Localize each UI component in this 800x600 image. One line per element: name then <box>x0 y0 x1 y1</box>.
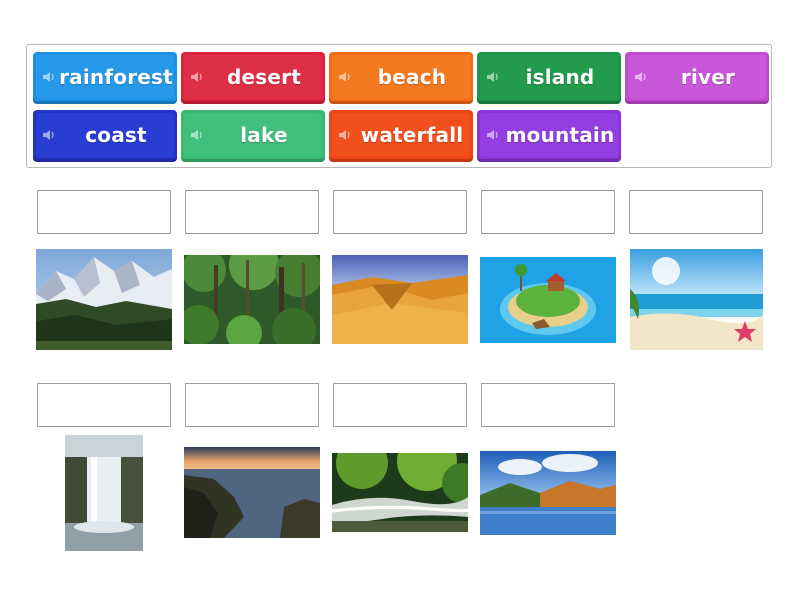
tile-mountain[interactable]: mountain <box>477 110 621 162</box>
answer-slot-8[interactable] <box>333 383 467 427</box>
answer-slot-6[interactable] <box>37 383 171 427</box>
tile-label: desert <box>227 65 301 89</box>
lake-image <box>480 451 616 535</box>
tile-desert[interactable]: desert <box>181 52 325 104</box>
answer-slot-2[interactable] <box>185 190 319 234</box>
tile-island[interactable]: island <box>477 52 621 104</box>
tile-label: beach <box>377 65 447 89</box>
answer-slot-4[interactable] <box>481 190 615 234</box>
tile-label: waterfall <box>360 123 464 147</box>
speaker-icon[interactable] <box>42 128 56 142</box>
speaker-icon[interactable] <box>338 128 352 142</box>
river-image <box>332 453 468 532</box>
tile-label: river <box>680 65 736 89</box>
answer-slot-9[interactable] <box>481 383 615 427</box>
answer-slot-3[interactable] <box>333 190 467 234</box>
speaker-icon[interactable] <box>486 70 500 84</box>
speaker-icon[interactable] <box>190 70 204 84</box>
answer-slot-5[interactable] <box>629 190 763 234</box>
beach-image <box>630 249 763 350</box>
tile-label: mountain <box>505 123 615 147</box>
desert-dunes-image <box>332 255 468 344</box>
speaker-icon[interactable] <box>42 70 56 84</box>
snowy-mountain-image <box>36 249 172 350</box>
speaker-icon[interactable] <box>486 128 500 142</box>
tile-river[interactable]: river <box>625 52 769 104</box>
tile-label: lake <box>240 123 288 147</box>
tile-waterfall[interactable]: waterfall <box>329 110 473 162</box>
tile-lake[interactable]: lake <box>181 110 325 162</box>
answer-slot-7[interactable] <box>185 383 319 427</box>
speaker-icon[interactable] <box>190 128 204 142</box>
island-image <box>480 257 616 343</box>
rainforest-image <box>184 255 320 344</box>
tile-label: island <box>525 65 595 89</box>
speaker-icon[interactable] <box>634 70 648 84</box>
word-bank: rainforest desert beach island river coa… <box>26 44 772 168</box>
tile-label: rainforest <box>59 65 173 89</box>
tile-coast[interactable]: coast <box>33 110 177 162</box>
tile-beach[interactable]: beach <box>329 52 473 104</box>
speaker-icon[interactable] <box>338 70 352 84</box>
coast-image <box>184 447 320 538</box>
answer-slot-1[interactable] <box>37 190 171 234</box>
tile-rainforest[interactable]: rainforest <box>33 52 177 104</box>
tile-label: coast <box>85 123 147 147</box>
waterfall-image <box>65 435 143 551</box>
